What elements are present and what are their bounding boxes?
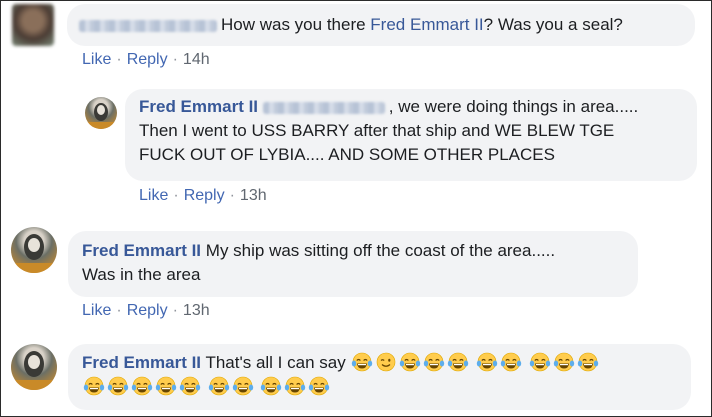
author-name[interactable]: Fred Emmart II (82, 353, 201, 372)
separator: · (172, 51, 178, 68)
comment-bubble: How was you there Fred Emmart II? Was yo… (67, 4, 695, 46)
avatar-blurred[interactable] (12, 4, 54, 46)
redacted-name (262, 101, 385, 114)
joy-emoji (448, 352, 469, 372)
joy-emoji (553, 352, 575, 372)
avatar-fred[interactable] (11, 227, 57, 273)
joy-emoji (529, 352, 551, 372)
comment-actions: Like · Reply · 13h (82, 302, 210, 320)
joy-emoji (400, 352, 421, 372)
cow-icon (85, 103, 117, 129)
separator: · (116, 302, 122, 319)
comment-line-1: , we were doing things in area..... (388, 97, 639, 116)
comment-bubble: Fred Emmart II , we were doing things in… (125, 89, 697, 181)
separator: · (229, 187, 235, 204)
timestamp[interactable]: 13h (183, 302, 210, 319)
separator: · (172, 302, 178, 319)
joy-emoji (285, 376, 306, 396)
joy-emoji (155, 376, 177, 396)
comment-line-1: My ship was sitting off the coast of the… (205, 241, 556, 260)
cow-icon (11, 234, 57, 273)
comment-line-2: Was in the area (82, 265, 201, 284)
timestamp[interactable]: 14h (183, 51, 210, 68)
comment-actions: Like · Reply · 13h (139, 187, 267, 205)
wink-emoji (377, 352, 396, 372)
joy-emoji (476, 352, 498, 372)
like-link[interactable]: Like (82, 51, 111, 68)
comment-actions: Like · Reply · 14h (82, 51, 210, 69)
like-link[interactable]: Like (82, 302, 111, 319)
emoji-row (350, 352, 599, 372)
separator: · (173, 187, 179, 204)
joy-emoji (83, 376, 105, 396)
comment-bubble: Fred Emmart II My ship was sitting off t… (68, 231, 638, 297)
author-name[interactable]: Fred Emmart II (82, 241, 201, 260)
joy-emoji (179, 376, 201, 396)
joy-emoji (424, 352, 445, 372)
separator: · (116, 51, 122, 68)
like-link[interactable]: Like (139, 187, 168, 204)
author-name[interactable]: Fred Emmart II (139, 97, 258, 116)
comment-line-1: That's all I can say (205, 353, 346, 372)
joy-emoji (208, 376, 229, 396)
joy-emoji (500, 352, 522, 372)
timestamp[interactable]: 13h (240, 187, 267, 204)
joy-emoji (107, 376, 129, 396)
joy-emoji (577, 352, 599, 372)
reply-link[interactable]: Reply (127, 302, 168, 319)
reply-link[interactable]: Reply (127, 51, 168, 68)
cow-icon (11, 351, 57, 390)
avatar-fred[interactable] (11, 344, 57, 390)
comment-line-3: FUCK OUT OF LYBIA.... AND SOME OTHER PLA… (139, 145, 555, 164)
joy-emoji (352, 352, 373, 372)
joy-emoji (131, 376, 153, 396)
comment-bubble: Fred Emmart II That's all I can say (68, 344, 691, 410)
emoji-row (82, 376, 331, 396)
comment-text-pre: How was you there (221, 15, 371, 34)
joy-emoji (232, 376, 253, 396)
avatar-fred[interactable] (85, 97, 117, 129)
comment-text-post: ? Was you a seal? (483, 15, 623, 34)
reply-link[interactable]: Reply (184, 187, 225, 204)
comment-line-2: Then I went to USS BARRY after that ship… (139, 121, 615, 140)
joy-emoji (261, 376, 282, 396)
redacted-name (79, 19, 217, 32)
mention-link[interactable]: Fred Emmart II (370, 15, 483, 34)
joy-emoji (309, 376, 330, 396)
